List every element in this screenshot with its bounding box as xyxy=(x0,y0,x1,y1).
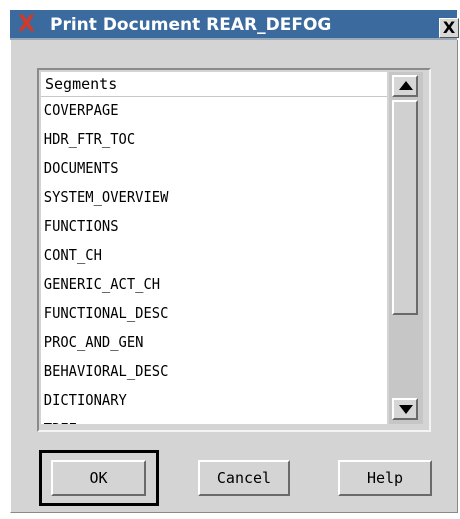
ok-button[interactable]: OK xyxy=(51,460,146,496)
list-item[interactable]: SYSTEM_OVERVIEW xyxy=(41,183,359,212)
scroll-down-button[interactable] xyxy=(392,398,418,420)
up-arrow-icon xyxy=(399,81,413,90)
segments-list[interactable]: Segments COVERPAGE HDR_FTR_TOC DOCUMENTS SY… xyxy=(41,72,387,424)
scrollbar-thumb[interactable] xyxy=(392,100,418,315)
list-item[interactable]: TREE xyxy=(41,415,359,424)
list-item[interactable]: FUNCTIONAL_DESC xyxy=(41,299,359,328)
window-title: Print Document REAR_DEFOG xyxy=(50,15,332,35)
segments-list-frame: Segments COVERPAGE HDR_FTR_TOC DOCUMENTS SY… xyxy=(37,68,431,432)
list-item[interactable]: HDR_FTR_TOC xyxy=(41,125,359,154)
list-item[interactable]: GENERIC_ACT_CH xyxy=(41,270,359,299)
scroll-up-button[interactable] xyxy=(392,75,418,97)
print-dialog: Segments COVERPAGE HDR_FTR_TOC DOCUMENTS SY… xyxy=(10,40,458,513)
close-button[interactable]: X xyxy=(439,18,459,38)
list-item[interactable]: CONT_CH xyxy=(41,241,359,270)
vertical-scrollbar[interactable] xyxy=(389,72,423,424)
title-bar: X Print Document REAR_DEFOG X xyxy=(10,10,459,40)
list-item[interactable]: PROC_AND_GEN xyxy=(41,328,359,357)
button-row: OK Cancel Help xyxy=(11,436,457,512)
list-header: Segments xyxy=(41,72,387,97)
app-icon: X xyxy=(18,12,35,37)
cancel-button[interactable]: Cancel xyxy=(198,460,290,496)
list-item[interactable]: COVERPAGE xyxy=(41,96,359,125)
help-button[interactable]: Help xyxy=(338,460,432,496)
list-item[interactable]: DICTIONARY xyxy=(41,386,359,415)
list-items: COVERPAGE HDR_FTR_TOC DOCUMENTS SYSTEM_OVER… xyxy=(41,96,387,424)
list-item[interactable]: DOCUMENTS xyxy=(41,154,359,183)
list-item[interactable]: FUNCTIONS xyxy=(41,212,359,241)
list-item[interactable]: BEHAVIORAL_DESC xyxy=(41,357,359,386)
down-arrow-icon xyxy=(399,405,413,414)
